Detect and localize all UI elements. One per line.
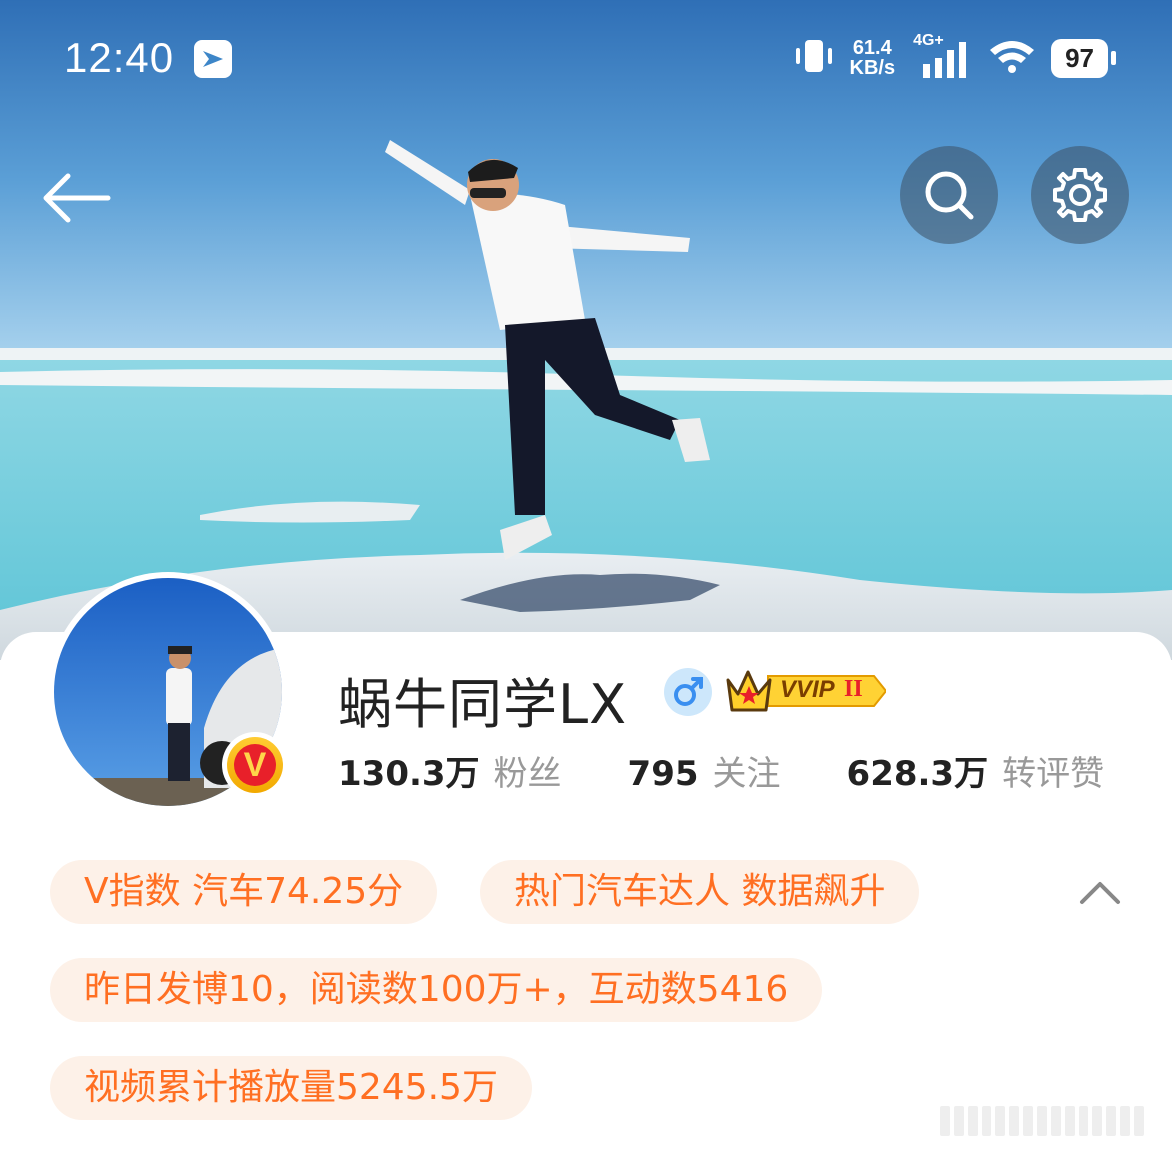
engagement-label: 转评赞 xyxy=(1002,754,1105,794)
cell-signal-icon: 4G+ xyxy=(909,32,973,82)
search-button[interactable] xyxy=(900,146,998,244)
video-plays-tag[interactable]: 视频累计播放量5245.5万 xyxy=(50,1056,532,1120)
search-icon xyxy=(925,171,974,220)
v-index-tag[interactable]: V指数 汽车74.25分 xyxy=(50,860,438,924)
hot-expert-tag[interactable]: 热门汽车达人 数据飙升 xyxy=(480,860,920,924)
following-count: 795 xyxy=(627,754,699,794)
yesterday-stats-tag[interactable]: 昨日发博10，阅读数100万+，互动数5416 xyxy=(50,958,823,1022)
status-icons: 61.4 KB/s 4G+ 97 xyxy=(792,32,1116,82)
profile-name: 蜗牛同学LX xyxy=(338,673,628,736)
vibrate-icon xyxy=(792,36,836,80)
verified-v-icon: V xyxy=(234,744,276,786)
net-speed: 61.4 KB/s xyxy=(850,38,896,78)
battery-indicator: 97 xyxy=(1051,38,1116,78)
followers-count: 130.3万 xyxy=(338,754,480,794)
engagement-stat[interactable]: 628.3万 转评赞 xyxy=(847,746,1105,795)
net-speed-unit: KB/s xyxy=(849,57,896,79)
chevron-up-icon xyxy=(1080,882,1120,904)
status-time: 12:40 xyxy=(64,34,175,81)
collapse-button[interactable] xyxy=(1076,872,1124,912)
send-app-icon xyxy=(194,40,232,78)
verified-v-badge: V xyxy=(222,732,288,798)
vvip-level: II xyxy=(844,676,863,702)
engagement-count: 628.3万 xyxy=(846,754,989,794)
gear-icon xyxy=(1053,168,1107,222)
male-icon xyxy=(664,668,712,716)
settings-button[interactable] xyxy=(1031,146,1129,244)
net-speed-value: 61.4 xyxy=(852,37,892,59)
arrow-left-icon xyxy=(43,173,111,223)
status-bar: 12:40 61.4 KB/s 4G+ 97 xyxy=(0,0,1172,120)
vvip-label: VVIP xyxy=(780,676,835,703)
back-button[interactable] xyxy=(38,160,114,236)
profile-stats: 130.3万 粉丝 795 关注 628.3万 转评赞 xyxy=(338,746,1104,795)
wifi-icon xyxy=(987,36,1037,80)
followers-label: 粉丝 xyxy=(493,754,562,794)
decorative-stripes xyxy=(940,1106,1144,1136)
following-label: 关注 xyxy=(712,754,781,794)
followers-stat[interactable]: 130.3万 粉丝 xyxy=(338,746,562,795)
following-stat[interactable]: 795 关注 xyxy=(628,746,781,795)
vvip-badge[interactable]: VVIP II xyxy=(724,666,886,716)
